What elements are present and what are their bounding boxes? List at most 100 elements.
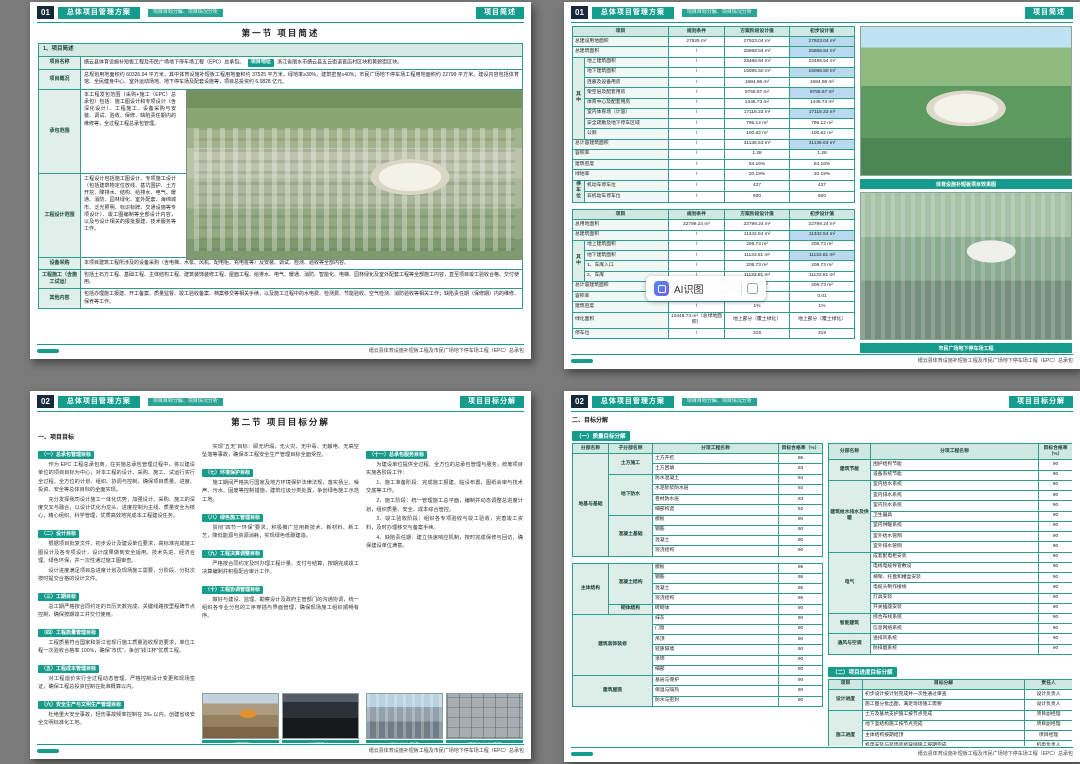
project-name-cell: 缙云县体育设施补短板工程及市民广场地下停车场工程（EPC）总承包。 项目地址 浙… [80,55,523,71]
table-cell: 围护结构节能 [870,459,1039,471]
objective-paragraph: 1、施工准备阶段：完成施工报建、临设布置、图纸会审与技术交底等工作。 [366,480,523,495]
table-cell: 208.73 m² [789,260,856,272]
document-page-2: 01 总体项目管理方案 项目目标分解、项目情况分析 项目简述 项目 规划条件 方… [564,2,1080,369]
photo-strip: 土方施工 地下防水 [202,690,359,743]
table-cell: 涂饰 [652,654,779,666]
footer-mark [37,748,59,753]
table-row: 总建筑面积 \ 25868.54 m² 25868.54 m² [572,46,856,58]
table-cell: 总建筑面积 [572,46,670,58]
table-cell: 模板 [652,562,779,574]
page-footer: 缙云县体育设施补短板工程及市民广场地下停车场工程（EPC）总承包 [37,344,524,354]
table-cell: 90 [1038,561,1072,574]
table-cell: 1446.73 m² [789,97,856,109]
objective-section: （七）环境保护目标 施工期间严格执行国家及地方环境保护法律法规，落实扬尘、噪声、… [202,461,359,504]
rendering-caption: 体育设施补短板项目效果图 [860,179,1072,189]
table-cell: 卷材防水层 [652,494,779,506]
objectives-columns: （一）总承包管理目标 作为 EPC 工程总承包商，在实施总承包管理过程中，将以建… [38,443,523,743]
chapter-subtabs: 项目目标分解、项目情况分析 [681,8,757,17]
table-cell: 砌体结构 [608,603,653,615]
table-cell: 电气 [828,551,871,614]
table-cell: 土方开挖 [652,453,779,465]
photo-image [202,693,279,739]
table-row: 地下建筑面积 \ 11133.81 m² 11133.81 m² [573,250,856,262]
table-cell: 建筑密度 [572,301,670,313]
table-cell: 室内供暖系统 [870,520,1039,533]
table-cell: 目标分解 [862,678,1025,691]
table-cell: 90 [1038,582,1072,594]
row-label: 设备采购 [38,256,81,270]
table-cell: 子分部名称 [608,442,653,455]
table-cell: 现浇结构 [652,545,779,557]
table-cell: 项目 [572,26,670,38]
page-footer: 缙云县体育设施补短板工程及市民广场地下停车场工程（EPC）总承包 [571,354,1073,364]
expand-icon[interactable] [747,283,758,294]
table-cell: \ [668,169,726,181]
objective-heading: （十）工程协调管理目标 [202,585,264,594]
table-cell: 95 [778,562,823,574]
page-body: 第二节 项目目标分解 一、项目目标 （一）总承包管理目标 作为 EPC 工程总承… [38,415,523,743]
table-cell: 抹灰 [652,613,779,625]
table-row: 施工图分批出图，满足现场施工需要 设计负责人 [829,699,1072,711]
page-body: 二、目标分解 （一）质量目标分解 分部名称 子分部名称 分项工程名称 目标合格率… [572,415,1072,746]
ai-image-recognition-button[interactable]: AI识图 [646,276,766,301]
row-label: 其他内容 [38,288,81,309]
table-cell: 卫生器具 [870,510,1039,522]
table-cell: 项目 [572,209,670,221]
table-cell: 90 [778,623,823,636]
table-cell: 600 [789,190,856,204]
objective-paragraphs: 严格按合同约定及时办理工程计量、支付与结算，按期完成竣工决算编制并积极配合审计工… [202,560,359,577]
objective-paragraph: 对工程造价实行全过程动态管理，严格控制设计变更和现场签证，确保工程总投资控制在批… [38,676,195,691]
table-row: 其中 地上建筑面积 \ 208.73 m² 208.73 m² [572,239,856,282]
objective-heading: （十一）总承包服务目标 [366,451,428,459]
table-cell: 施工图分批出图，满足现场施工需要 [862,699,1025,711]
indicators-layout: 项目 规划条件 方案阶段设计值 初步设计值 总建设用地面积 27525 m² 2… [572,26,1072,353]
table-row: 总用地面积 22799.24 m² 22799.24 m² 22799.24 m… [572,219,856,231]
objective-heading: （一）总承包管理目标 [38,451,95,459]
table-cell: 90 [778,524,823,537]
table-cell: 795.12 m² [724,118,791,130]
table-cell: 90 [1038,490,1072,502]
table-cell: \ [668,46,726,58]
objective-heading: （七）环境保护目标 [202,469,254,478]
table-cell: 22799.24 m² [789,219,856,231]
objective-paragraph: 做好与建设、监理、勘察设计及政府主管部门的沟通协调，统一组织各专业分包的工序穿插… [202,596,359,620]
page-header: 01 总体项目管理方案 项目目标分解、项目情况分析 项目简述 [37,6,524,19]
table-cell: 架空层及配套用房 [583,87,670,99]
project-name: 缙云县体育设施补短板工程及市民广场地下停车场工程（EPC）总承包。 [84,59,245,66]
table-cell: 建筑给水排水及供暖 [828,479,871,553]
table-cell: 项目经理 [1024,730,1072,742]
table-cell: 停车位 [572,328,670,340]
table-cell: 1684.96 m² [724,77,791,89]
table-cell: 水泥砂浆防水层 [652,483,779,496]
table-cell: 90 [1038,572,1072,584]
table-cell: \ [668,229,726,241]
table-cell: 地下防水 [608,473,653,516]
table-row: 体育中心及配套用房 \ 1446.73 m² 1446.73 m² [573,97,856,109]
table-cell: 方案阶段设计值 [724,26,791,38]
table-row: 设计进度 初步设计按计划完成并一次性通过审查 设计负责人 [828,689,1072,711]
table-cell: 电缆头制作接线 [870,582,1039,594]
section-label: 项目简述 [1025,6,1073,19]
chapter-subtabs: 项目目标分解、项目情况分析 [147,397,223,406]
table-row: 建筑节能 围护结构节能 90 [828,459,1072,481]
table-cell: 地下建筑面积 [583,66,670,79]
chapter-title: 总体项目管理方案 [57,6,140,19]
table-cell: 防水混凝土 [652,473,779,485]
table-cell: 室外排水管网 [870,541,1039,553]
objective-section: （十）工程协调管理目标 做好与建设、监理、勘察设计及政府主管部门的沟通协调，统一… [202,578,359,621]
chapter-title: 总体项目管理方案 [57,395,140,408]
row-label: 工程施工（含施工试运） [38,268,81,290]
objective-paragraphs: 总工期严格按合同约定的日历天数完成，关键线路按里程碑节点控制，确保按期竣工并交付… [38,603,195,620]
table-cell: 钢筋 [652,524,779,537]
objective-paragraph: 总工期严格按合同约定的日历天数完成，关键线路按里程碑节点控制，确保按期竣工并交付… [38,603,195,619]
table-cell: 94 [778,473,823,485]
objective-section: （四）工程质量管理目标 工程质量符合国家和浙江省现行施工质量验收规范要求，单位工… [38,621,195,657]
table-cell: 0.01 [789,291,856,303]
table-row: 主体结构按期结顶 项目经理 [829,730,1072,742]
table-row: 停车位 机动车停车位 \ 437 437 [572,179,856,204]
objective-heading: （八）绿色施工管理目标 [202,513,264,522]
table-cell: 20.19% [789,169,856,181]
table-cell: 90 [778,535,823,547]
quality-breakdown-heading: （一）质量目标分解 [572,431,630,441]
table-row: 建筑屋面 基层与保护 90 [572,675,823,707]
